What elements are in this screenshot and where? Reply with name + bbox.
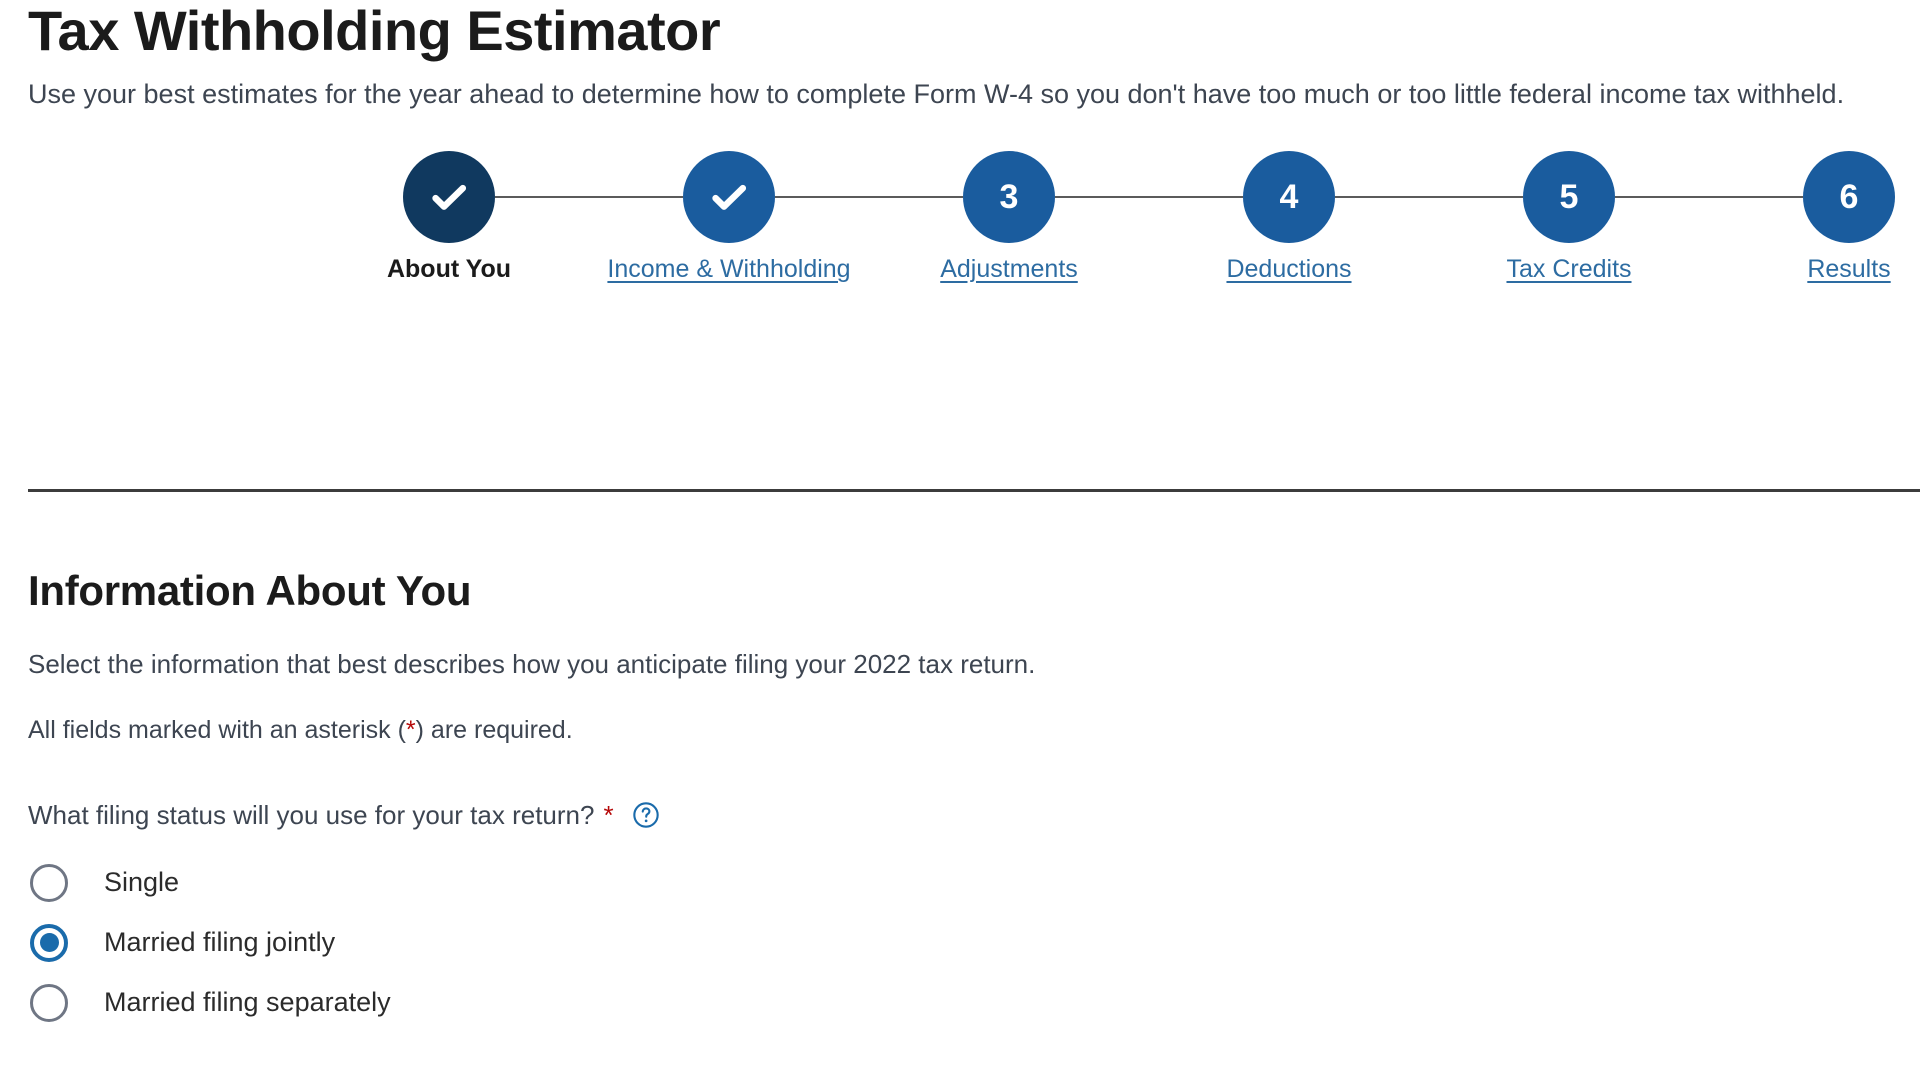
required-note-before: All fields marked with an asterisk (: [28, 715, 406, 744]
question-circle-icon[interactable]: [632, 801, 660, 829]
section-description: Select the information that best describ…: [28, 649, 1036, 680]
radio-option-label: Single: [104, 867, 180, 898]
stepper-label-4[interactable]: Deductions: [1226, 255, 1351, 284]
radio-option-label: Married filing jointly: [104, 927, 336, 958]
stepper-connector: [1335, 196, 1523, 199]
stepper-connector: [775, 196, 963, 199]
step-check-icon-2[interactable]: [683, 151, 775, 244]
step-number-3[interactable]: 3: [963, 151, 1055, 244]
section-title: Information About You: [28, 567, 472, 614]
filing-status-question-label: What filing status will you use for your…: [28, 799, 595, 830]
radio-unselected-icon[interactable]: [30, 983, 68, 1022]
step-number-text: 5: [1559, 177, 1579, 216]
filing-status-radio-group[interactable]: Single Married filing jointly Married fili…: [28, 853, 1920, 1033]
step-number-text: 4: [1279, 177, 1299, 216]
progress-stepper: About You Income & Withholding 3 Adjustment…: [0, 151, 1920, 301]
stepper-connector: [1055, 196, 1243, 199]
step-check-icon-1: [403, 151, 495, 244]
stepper-label-5[interactable]: Tax Credits: [1506, 255, 1631, 284]
radio-option-1[interactable]: Married filing jointly: [28, 913, 1920, 973]
header: Tax Withholding Estimator Use your best …: [0, 0, 1920, 113]
radio-option-2[interactable]: Married filing separately: [28, 973, 1920, 1033]
stepper-label-6[interactable]: Results: [1807, 255, 1890, 284]
radio-option-label: Married filing separately: [104, 987, 391, 1018]
step-number-6[interactable]: 6: [1803, 151, 1895, 244]
stepper-connector: [1615, 196, 1803, 199]
radio-option-0[interactable]: Single: [28, 853, 1920, 913]
stepper-label-3[interactable]: Adjustments: [940, 255, 1078, 284]
step-number-5[interactable]: 5: [1523, 151, 1615, 244]
page-title: Tax Withholding Estimator: [28, 0, 721, 62]
step-number-text: 6: [1839, 177, 1859, 216]
stepper-track: About You Income & Withholding 3 Adjustment…: [0, 151, 1920, 283]
radio-unselected-icon[interactable]: [30, 863, 68, 902]
section-divider: [28, 489, 1920, 492]
required-note-after: ) are required.: [415, 715, 573, 744]
stepper-connector: [495, 196, 683, 199]
required-note-asterisk: *: [405, 715, 416, 744]
required-fields-note: All fields marked with an asterisk (*) a…: [28, 713, 1920, 748]
stepper-label-2[interactable]: Income & Withholding: [607, 255, 850, 284]
radio-selected-icon[interactable]: [30, 923, 68, 962]
filing-status-required-star: *: [603, 800, 614, 831]
stepper-label-1: About You: [386, 255, 512, 284]
step-number-4[interactable]: 4: [1243, 151, 1335, 244]
page-intro-text: Use your best estimates for the year ahe…: [28, 78, 1845, 109]
filing-status-question-row: What filing status will you use for your…: [28, 800, 1920, 831]
step-number-text: 3: [999, 177, 1019, 216]
tax-withholding-estimator-page: Tax Withholding Estimator Use your best …: [0, 0, 1920, 1080]
information-about-you-section: Information About You Select the informa…: [28, 567, 1920, 1033]
